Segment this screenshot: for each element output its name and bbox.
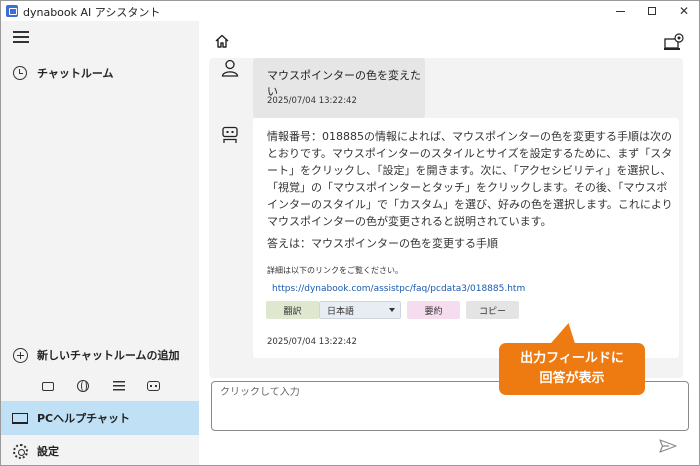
user-message-bubble: マウスポインターの色を変えたい 2025/07/04 13:22:42 <box>253 58 425 118</box>
globe-icon[interactable] <box>76 379 90 393</box>
assistant-message-bubble: 情報番号：018885の情報によれば、マウスポインターの色を変更する手順は次のと… <box>253 118 679 358</box>
chevron-down-icon <box>389 308 395 312</box>
user-message-text: マウスポインターの色を変えたい <box>267 69 421 98</box>
translate-button[interactable]: 翻訳 <box>266 301 319 319</box>
tool-shortcuts <box>41 379 161 395</box>
maximize-icon <box>648 7 656 15</box>
maximize-button[interactable] <box>636 1 668 21</box>
menu-icon[interactable] <box>13 31 29 43</box>
close-icon: ✕ <box>678 4 690 18</box>
chat-output-panel[interactable]: マウスポインターの色を変えたい 2025/07/04 13:22:42 情報番号… <box>209 58 683 378</box>
summarize-button[interactable]: 要約 <box>407 301 460 319</box>
assistant-avatar-icon <box>222 126 238 143</box>
copy-button[interactable]: コピー <box>466 301 519 319</box>
laptop-icon <box>11 409 29 427</box>
close-button[interactable]: ✕ <box>668 1 699 21</box>
language-select[interactable]: 日本語 <box>319 301 401 319</box>
pc-support-icon[interactable] <box>664 33 684 51</box>
add-chatroom-button[interactable]: 新しいチャットルームの追加 <box>1 339 199 371</box>
home-icon[interactable] <box>215 34 229 48</box>
assistant-answer-text: 答えは：マウスポインターの色を変更する手順 <box>267 237 498 250</box>
app-window: dynabook AI アシスタント ✕ チャットルーム 新しいチャットルームの… <box>0 0 700 466</box>
sidebar-item-settings[interactable]: 設定 <box>1 435 199 465</box>
annotation-callout: 出力フィールドに 回答が表示 <box>499 343 645 395</box>
send-icon[interactable] <box>659 439 677 453</box>
add-chatroom-label: 新しいチャットルームの追加 <box>37 349 180 362</box>
callout-line-2: 回答が表示 <box>539 371 605 386</box>
sidebar-item-chatroom[interactable]: チャットルーム <box>1 57 199 89</box>
user-avatar-icon <box>221 59 239 77</box>
app-logo-icon <box>6 5 18 17</box>
main-area: マウスポインターの色を変えたい 2025/07/04 13:22:42 情報番号… <box>199 21 699 465</box>
sidebar-item-label: チャットルーム <box>37 67 114 80</box>
minimize-icon <box>615 10 625 12</box>
robot-icon[interactable] <box>147 379 161 393</box>
minimize-button[interactable] <box>604 1 636 21</box>
list-icon[interactable] <box>112 379 126 393</box>
gear-icon <box>11 442 29 460</box>
assistant-message-timestamp: 2025/07/04 13:22:42 <box>267 337 357 347</box>
title-bar: dynabook AI アシスタント ✕ <box>1 1 699 21</box>
sidebar-item-label: 設定 <box>37 445 59 458</box>
faq-link[interactable]: https://dynabook.com/assistpc/faq/pcdata… <box>272 284 525 294</box>
language-select-value: 日本語 <box>327 306 355 317</box>
sidebar-item-pc-help-chat[interactable]: PCヘルプチャット <box>1 401 199 435</box>
assistant-message-text: 情報番号：018885の情報によれば、マウスポインターの色を変更する手順は次のと… <box>267 130 673 228</box>
chat-bubble-icon[interactable] <box>41 379 55 393</box>
window-title: dynabook AI アシスタント <box>23 6 161 19</box>
sidebar: チャットルーム 新しいチャットルームの追加 PCヘルプチャット 設定 <box>1 21 199 465</box>
callout-line-1: 出力フィールドに <box>520 351 624 366</box>
user-message-timestamp: 2025/07/04 13:22:42 <box>267 96 357 106</box>
detail-note: 詳細は以下のリンクをご覧ください。 <box>267 266 403 275</box>
history-icon <box>11 64 29 82</box>
sidebar-item-label: PCヘルプチャット <box>37 412 131 425</box>
plus-icon <box>11 346 29 364</box>
